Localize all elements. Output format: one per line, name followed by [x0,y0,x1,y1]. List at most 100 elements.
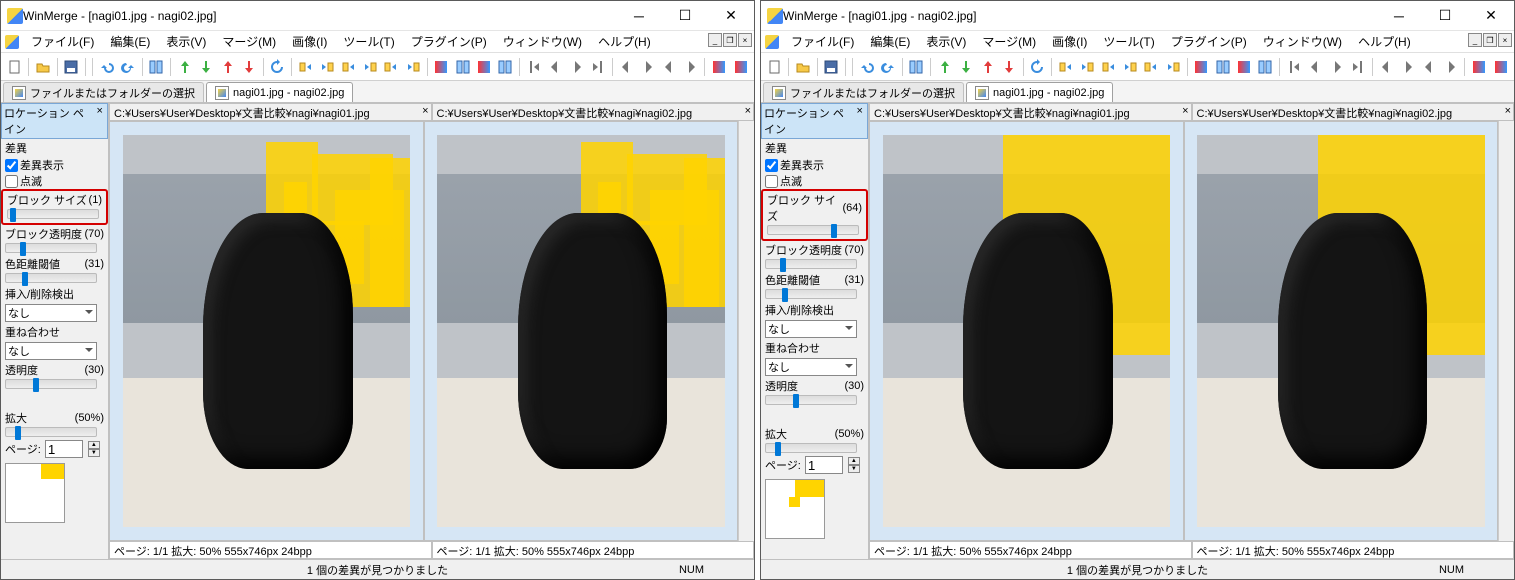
menu-tools[interactable]: ツール(T) [1095,31,1162,52]
toolbar-diff-dn2-button[interactable] [239,56,258,78]
menu-window[interactable]: ウィンドウ(W) [1255,31,1350,52]
toolbar-colorbox-button[interactable] [1191,56,1210,78]
show-diff-checkbox[interactable]: 差異表示 [761,157,868,173]
toolbar-new-button[interactable] [765,56,784,78]
menu-file[interactable]: ファイル(F) [23,31,102,52]
toolbar-next-button[interactable] [681,56,700,78]
image-pane-1[interactable] [1184,121,1499,541]
toolbar-firstdiff-button[interactable] [524,56,543,78]
overlay-select[interactable]: なし [5,342,97,360]
vertical-scrollbar[interactable] [1498,121,1514,541]
minimize-button[interactable]: ─ [1376,1,1422,31]
toolbar-copy-lr-button[interactable] [382,56,401,78]
show-diff-checkbox[interactable]: 差異表示 [1,157,108,173]
overlay-select[interactable]: なし [765,358,857,376]
toolbar-diff-up2-button[interactable] [218,56,237,78]
menu-plugins[interactable]: プラグイン(P) [403,31,495,52]
tab-image-compare[interactable]: nagi01.jpg - nagi02.jpg [966,82,1113,102]
image-pane-0[interactable] [109,121,424,541]
menu-view[interactable]: 表示(V) [158,31,214,52]
toolbar-diff-up-button[interactable] [175,56,194,78]
path-close-icon[interactable]: × [745,105,751,117]
toolbar-split-button[interactable] [147,56,166,78]
mdi-restore[interactable]: ❐ [1483,33,1497,47]
toolbar-copy-rl-button[interactable] [403,56,422,78]
color-dist-slider[interactable] [765,289,857,299]
toolbar-colorbox-button[interactable] [709,56,728,78]
toolbar-diff-dn2-button[interactable] [999,56,1018,78]
toolbar-prev-button[interactable] [1377,56,1396,78]
toolbar-save-button[interactable] [822,56,841,78]
menu-help[interactable]: ヘルプ(H) [1350,31,1419,52]
toolbar-copy-rl-button[interactable] [317,56,336,78]
toolbar-split-button[interactable] [907,56,926,78]
toolbar-copy-lr-button[interactable] [1099,56,1118,78]
blink-input[interactable] [765,175,778,188]
toolbar-copy-rl-button[interactable] [1077,56,1096,78]
toolbar-copy-rl-button[interactable] [1120,56,1139,78]
toolbar-colorbox-button[interactable] [431,56,450,78]
toolbar-copy-lr-button[interactable] [339,56,358,78]
toolbar-prev-button[interactable] [617,56,636,78]
toolbar-colorbox-button[interactable] [474,56,493,78]
menu-tools[interactable]: ツール(T) [335,31,402,52]
toolbar-prev-button[interactable] [660,56,679,78]
toolbar-copy-lr-button[interactable] [1056,56,1075,78]
mdi-restore[interactable]: ❐ [723,33,737,47]
menu-image[interactable]: 画像(I) [284,31,335,52]
toolbar-colorbox-button[interactable] [1469,56,1488,78]
menu-edit[interactable]: 編集(E) [102,31,158,52]
toolbar-next-button[interactable] [567,56,586,78]
image-pane-0[interactable] [869,121,1184,541]
maximize-button[interactable]: ☐ [1422,1,1468,31]
toolbar-open-button[interactable] [793,56,812,78]
show-diff-input[interactable] [765,159,778,172]
toolbar-diff-up2-button[interactable] [978,56,997,78]
minimize-button[interactable]: ─ [616,1,662,31]
image-pane-1[interactable] [424,121,739,541]
transparency-slider[interactable] [765,395,857,405]
tab-image-compare[interactable]: nagi01.jpg - nagi02.jpg [206,82,353,102]
toolbar-copy-rl-button[interactable] [360,56,379,78]
blink-input[interactable] [5,175,18,188]
toolbar-prev-button[interactable] [546,56,565,78]
transparency-slider[interactable] [5,379,97,389]
block-alpha-slider[interactable] [5,243,97,253]
toolbar-copy-lr-button[interactable] [296,56,315,78]
blink-checkbox[interactable]: 点滅 [761,173,868,189]
menu-merge[interactable]: マージ(M) [214,31,284,52]
zoom-slider[interactable] [765,443,857,453]
maximize-button[interactable]: ☐ [662,1,708,31]
pane-close-icon[interactable]: × [854,105,865,137]
toolbar-prev-button[interactable] [1306,56,1325,78]
vertical-scrollbar[interactable] [738,121,754,541]
toolbar-colorbox-button[interactable] [731,56,750,78]
toolbar-firstdiff-button[interactable] [1284,56,1303,78]
path-close-icon[interactable]: × [1182,105,1188,117]
path-close-icon[interactable]: × [1505,105,1511,117]
mdi-minimize[interactable]: _ [708,33,722,47]
toolbar-refresh-button[interactable] [268,56,287,78]
close-button[interactable]: ✕ [708,1,754,31]
tab-file-select[interactable]: ファイルまたはフォルダーの選択 [763,82,964,102]
toolbar-lastdiff-button[interactable] [588,56,607,78]
menu-window[interactable]: ウィンドウ(W) [495,31,590,52]
toolbar-split-button[interactable] [1213,56,1232,78]
toolbar-prev-button[interactable] [1420,56,1439,78]
menu-merge[interactable]: マージ(M) [974,31,1044,52]
close-button[interactable]: ✕ [1468,1,1514,31]
block-alpha-slider[interactable] [765,259,857,269]
block-size-slider[interactable] [767,225,859,235]
toolbar-diff-dn-button[interactable] [196,56,215,78]
toolbar-redo-button[interactable] [878,56,897,78]
toolbar-split-button[interactable] [496,56,515,78]
toolbar-colorbox-button[interactable] [1491,56,1510,78]
toolbar-next-button[interactable] [638,56,657,78]
toolbar-undo-button[interactable] [97,56,116,78]
toolbar-refresh-button[interactable] [1028,56,1047,78]
path-close-icon[interactable]: × [422,105,428,117]
ins-del-select[interactable]: なし [765,320,857,338]
mdi-close[interactable]: × [738,33,752,47]
toolbar-next-button[interactable] [1441,56,1460,78]
page-spinner[interactable]: ▲▼ [88,441,100,457]
